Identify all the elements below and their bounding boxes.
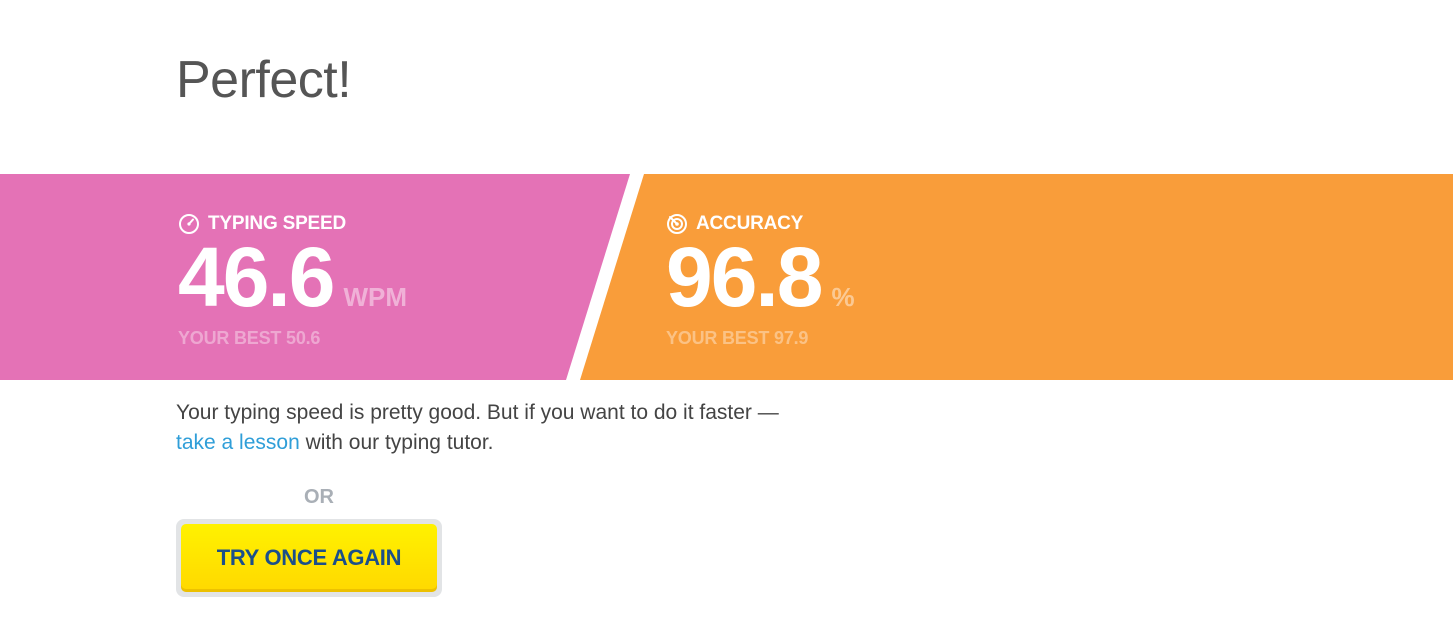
results-banner: TYPING SPEED 46.6 WPM YOUR BEST 50.6 ACC… <box>0 174 1453 380</box>
try-once-again-button[interactable]: TRY ONCE AGAIN <box>181 524 437 592</box>
or-divider: OR <box>304 486 334 508</box>
page-title: Perfect! <box>176 51 352 109</box>
typing-speed-best: YOUR BEST 50.6 <box>178 328 321 348</box>
feedback-message: Your typing speed is pretty good. But if… <box>176 398 796 458</box>
results-page: Perfect! TYPING SPEED 46.6 WPM YOUR BEST… <box>0 0 1453 631</box>
typing-speed-value: 46.6 <box>178 230 335 324</box>
feedback-text-before: Your typing speed is pretty good. But if… <box>176 401 779 424</box>
accuracy-unit: % <box>831 282 855 312</box>
typing-speed-unit: WPM <box>343 282 408 312</box>
retry-button-frame: TRY ONCE AGAIN <box>176 519 442 597</box>
accuracy-value-row: 96.8 % <box>666 230 855 324</box>
typing-speed-stat: TYPING SPEED 46.6 WPM YOUR BEST 50.6 <box>178 212 407 349</box>
typing-speed-value-row: 46.6 WPM <box>178 230 408 324</box>
feedback-text-after: with our typing tutor. <box>299 431 494 454</box>
accuracy-stat: ACCURACY 96.8 % YOUR BEST 97.9 <box>666 212 855 349</box>
accuracy-best: YOUR BEST 97.9 <box>666 328 809 348</box>
accuracy-value: 96.8 <box>666 230 823 324</box>
take-a-lesson-link[interactable]: take a lesson <box>176 431 300 454</box>
